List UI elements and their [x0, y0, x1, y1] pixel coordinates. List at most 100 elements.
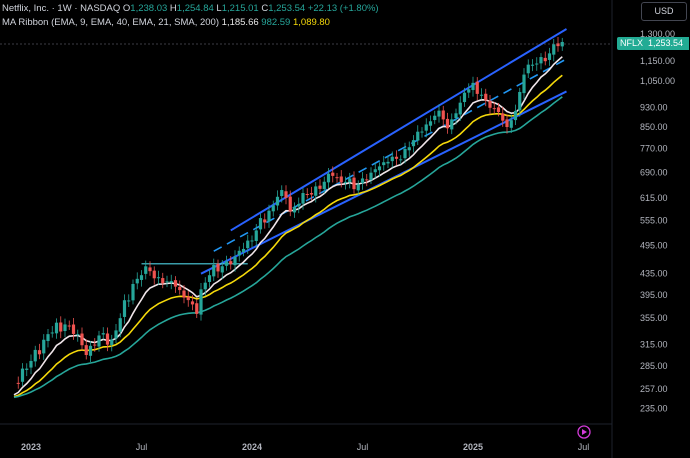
candle-body — [25, 368, 29, 370]
candle-body — [186, 296, 190, 301]
candle-body — [263, 219, 267, 223]
candle-body — [348, 178, 352, 183]
candle-body — [488, 100, 492, 108]
candle-body — [229, 261, 233, 265]
price-chart[interactable]: 1,300.001,150.001,050.00930.00850.00770.… — [0, 0, 690, 458]
candle-body — [67, 325, 71, 327]
candle-body — [496, 107, 501, 113]
candle-body — [335, 177, 339, 179]
candle-body — [403, 148, 407, 159]
candle-body — [169, 281, 173, 283]
candle-body — [207, 275, 212, 282]
candle-body — [20, 368, 25, 382]
candle-body — [46, 334, 50, 342]
indicator-legend[interactable]: MA Ribbon (EMA, 9, EMA, 40, EMA, 21, SMA… — [2, 17, 330, 28]
close-value: 1,253.54 — [268, 3, 306, 14]
candle-body — [407, 147, 411, 151]
candle-body — [318, 185, 322, 189]
candle-body — [178, 286, 182, 291]
candle-body — [63, 324, 67, 332]
candle-body — [437, 110, 441, 117]
candle-body — [220, 266, 224, 273]
candle-body — [492, 108, 496, 110]
candle-body — [539, 57, 543, 64]
candle-body — [127, 300, 131, 302]
indicator-name[interactable]: MA Ribbon (EMA, 9, EMA, 40, EMA, 21, SMA… — [2, 17, 219, 28]
y-tick-label-4: 850.00 — [640, 122, 668, 132]
y-tick-label-13: 315.00 — [640, 339, 668, 349]
change-value: +22.13 (+1.80%) — [307, 3, 379, 14]
currency-button[interactable]: USD — [641, 2, 687, 21]
candle-body — [386, 161, 390, 164]
x-tick-label-4: 2025 — [463, 442, 483, 452]
candle-body — [297, 203, 301, 207]
candle-body — [135, 278, 139, 284]
candle-body — [322, 181, 326, 189]
y-tick-label-2: 1,050.00 — [640, 76, 675, 86]
y-tick-label-6: 690.00 — [640, 168, 668, 178]
candle-body — [305, 194, 309, 196]
candle-body — [216, 263, 220, 272]
candle-body — [237, 250, 241, 256]
candle-body — [195, 303, 199, 314]
candle-body — [484, 93, 488, 101]
candle-body — [203, 282, 207, 290]
candle-body — [394, 156, 399, 159]
candle-body — [156, 277, 161, 279]
candle-body — [105, 333, 110, 345]
candle-body — [543, 57, 547, 62]
candle-body — [37, 350, 42, 355]
candle-body — [76, 334, 80, 336]
candle-body — [411, 140, 416, 147]
x-tick-label-3: Jul — [357, 442, 369, 452]
candle-body — [343, 181, 348, 183]
x-tick-label-2: 2024 — [242, 442, 262, 452]
candle-body — [352, 177, 356, 190]
candle-body — [267, 210, 271, 222]
candle-body — [93, 344, 97, 346]
candle-body — [339, 176, 343, 183]
y-tick-label-11: 395.00 — [640, 290, 668, 300]
y-tick-label-14: 285.00 — [640, 361, 668, 371]
candle-body — [399, 159, 403, 161]
candle-body — [428, 121, 433, 126]
candle-body — [518, 91, 522, 111]
candle-body — [71, 324, 76, 334]
candle-body — [356, 184, 360, 191]
candle-body — [552, 44, 556, 55]
candle-body — [190, 301, 195, 305]
candle-body — [258, 218, 263, 230]
candle-body — [152, 270, 156, 279]
last-price-symbol-badge: NFLX — [617, 37, 647, 50]
candle-body — [284, 191, 288, 198]
candle-body — [458, 102, 462, 115]
candle-body — [309, 193, 314, 195]
candle-body — [110, 339, 114, 345]
y-tick-label-10: 435.00 — [640, 269, 668, 279]
candle-body — [513, 110, 518, 121]
candle-body — [471, 82, 475, 91]
candle-body — [161, 278, 165, 284]
candle-body — [377, 166, 382, 171]
candle-body — [424, 124, 428, 131]
candle-body — [479, 94, 484, 96]
candle-body — [280, 190, 284, 197]
candle-body — [54, 322, 59, 334]
candle-body — [148, 267, 152, 272]
symbol-ohlc-legend[interactable]: Netflix, Inc. · 1W · NASDAQ O1,238.03 H1… — [2, 3, 379, 14]
y-tick-label-12: 355.00 — [640, 313, 668, 323]
candle-body — [288, 196, 292, 212]
symbol-name[interactable]: Netflix, Inc. · 1W · NASDAQ — [2, 3, 120, 14]
candle-body — [450, 119, 454, 130]
open-value: 1,238.03 — [130, 3, 168, 14]
y-tick-label-1: 1,150.00 — [640, 56, 675, 66]
candle-body — [331, 172, 335, 176]
candle-body — [42, 339, 46, 354]
y-tick-label-16: 235.00 — [640, 403, 668, 413]
x-tick-label-0: 2023 — [21, 442, 41, 452]
candle-body — [212, 265, 216, 277]
candle-body — [144, 266, 148, 274]
candle-body — [241, 248, 246, 253]
candle-body — [547, 53, 552, 60]
candle-body — [522, 74, 526, 94]
